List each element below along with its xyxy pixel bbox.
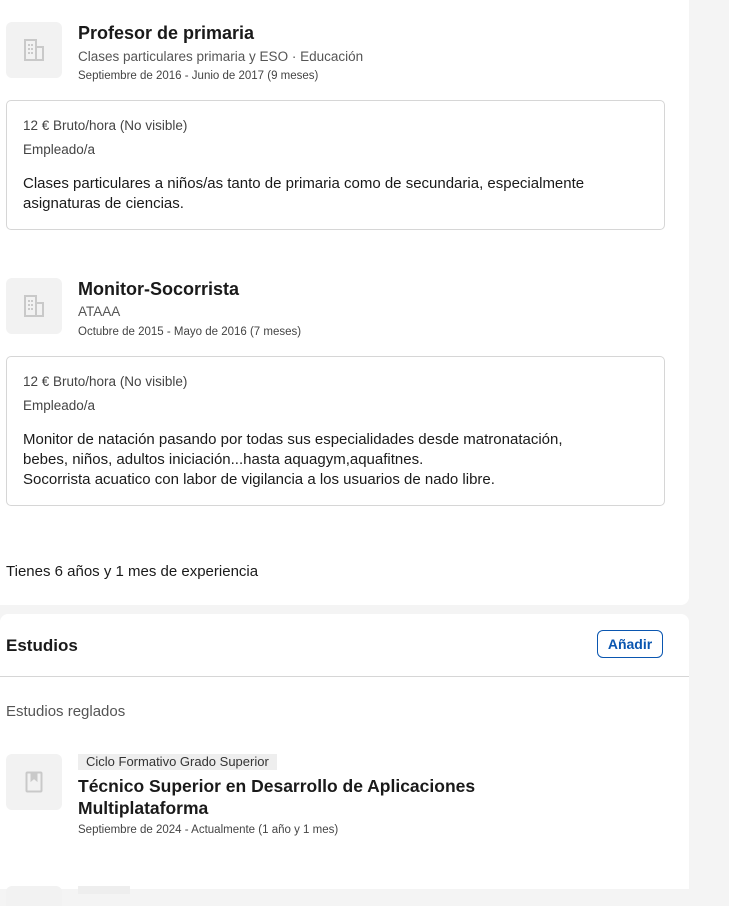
job-contract-type: Empleado/a xyxy=(23,398,96,413)
experience-card: Profesor de primaria Clases particulares… xyxy=(0,0,689,605)
subsection-title: Estudios reglados xyxy=(6,703,126,720)
section-title: Estudios xyxy=(6,636,78,655)
job-salary: 12 € Bruto/hora (No visible) xyxy=(23,118,188,133)
job-company: ATAAA xyxy=(78,304,121,319)
book-icon xyxy=(25,771,43,793)
job-company: Clases particulares primaria y ESO · Edu… xyxy=(78,49,364,64)
education-title: Técnico Superior en Desarrollo de Aplica… xyxy=(78,776,476,818)
job-details-box: 12 € Bruto/hora (No visible) Empleado/a … xyxy=(6,100,665,230)
job-title: Profesor de primaria xyxy=(78,23,255,43)
divider xyxy=(0,676,689,677)
education-logo xyxy=(6,754,62,810)
experience-item: Profesor de primaria Clases particulares… xyxy=(6,22,666,232)
job-dates: Octubre de 2015 - Mayo de 2016 (7 meses) xyxy=(78,326,302,338)
education-dates: Septiembre de 2024 - Actualmente (1 año … xyxy=(78,824,339,836)
job-salary: 12 € Bruto/hora (No visible) xyxy=(23,374,188,389)
company-logo xyxy=(6,278,62,334)
building-icon xyxy=(24,295,44,317)
company-logo xyxy=(6,22,62,78)
job-contract-type: Empleado/a xyxy=(23,142,96,157)
job-dates: Septiembre de 2016 - Junio de 2017 (9 me… xyxy=(78,70,319,82)
experience-item: Monitor-Socorrista ATAAA Octubre de 2015… xyxy=(6,278,666,508)
experience-summary: Tienes 6 años y 1 mes de experiencia xyxy=(6,563,259,580)
job-description: Monitor de natación pasando por todas su… xyxy=(23,430,643,490)
job-description-line: Monitor de natación pasando por todas su… xyxy=(23,431,563,448)
job-description-line: bebes, niños, adultos iniciación...hasta… xyxy=(23,451,424,468)
job-details-box: 12 € Bruto/hora (No visible) Empleado/a … xyxy=(6,356,665,506)
building-icon xyxy=(24,39,44,61)
education-level-tag xyxy=(78,886,130,894)
education-level-tag: Ciclo Formativo Grado Superior xyxy=(78,754,277,770)
education-logo xyxy=(6,886,62,906)
add-education-button[interactable]: Añadir xyxy=(597,630,663,658)
education-card: Estudios Añadir Estudios reglados Ciclo … xyxy=(0,614,689,906)
job-description-line: Socorrista acuatico con labor de vigilan… xyxy=(23,471,495,488)
job-description: Clases particulares a niños/as tanto de … xyxy=(23,175,585,212)
job-title: Monitor-Socorrista xyxy=(78,279,240,299)
